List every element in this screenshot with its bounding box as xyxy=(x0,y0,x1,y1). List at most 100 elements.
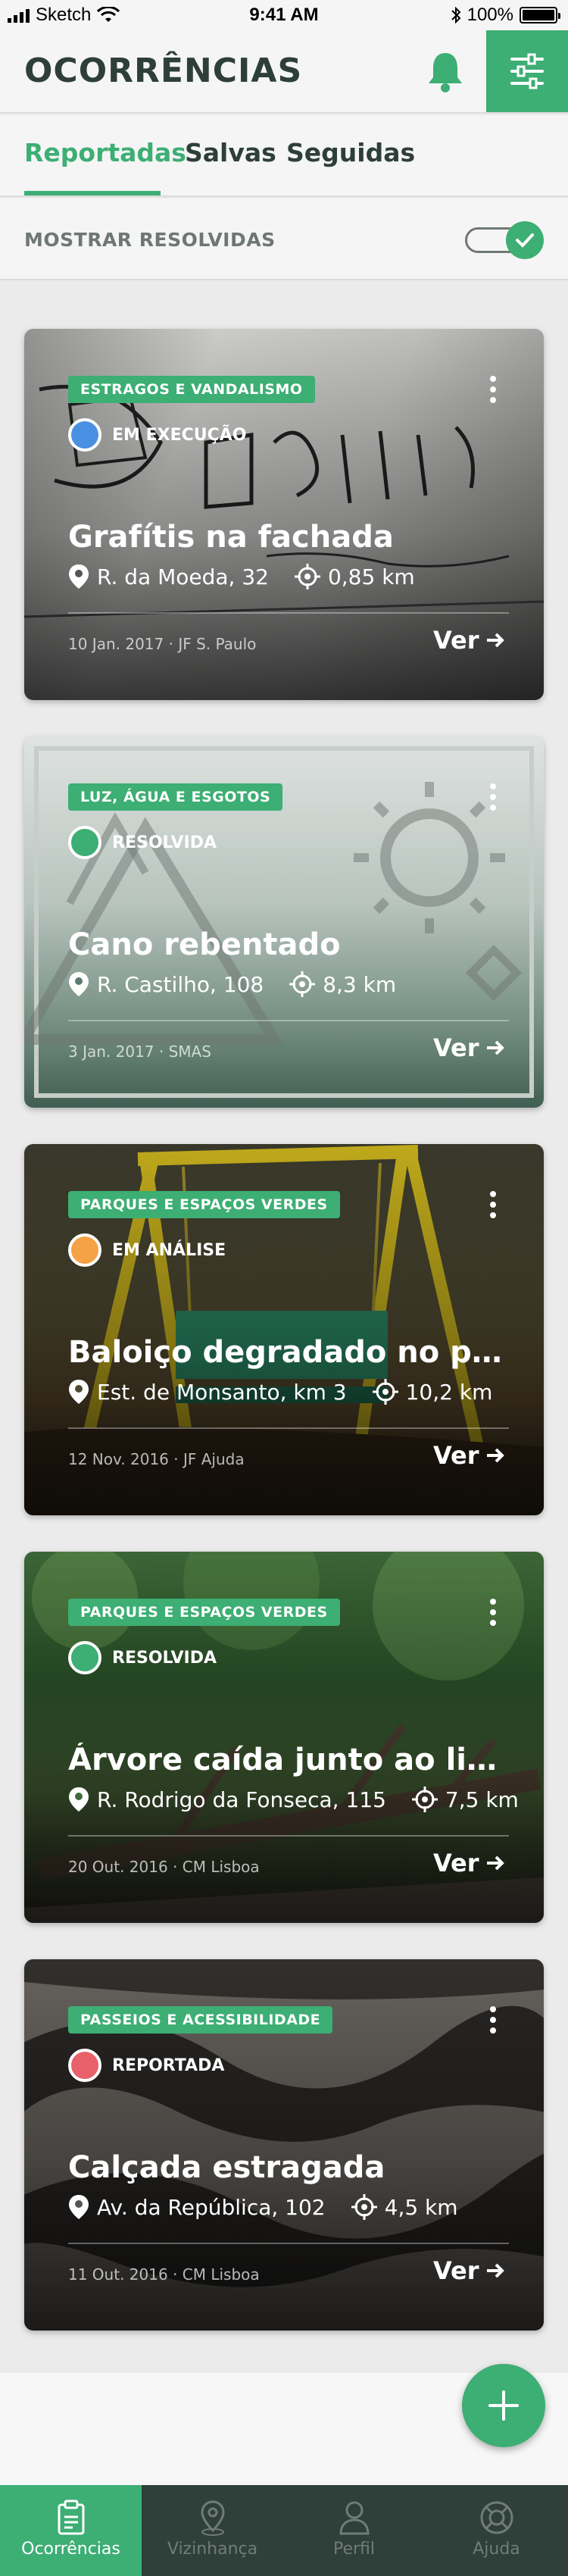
status-bar: Sketch 9:41 AM 100% xyxy=(0,0,568,30)
tab-label: Vizinhança xyxy=(167,2540,258,2559)
crosshair-icon xyxy=(372,1379,398,1405)
location-row: Av. da República, 102 4,5 km xyxy=(68,2194,458,2220)
map-pin-icon xyxy=(69,1380,89,1404)
bell-icon[interactable] xyxy=(424,48,467,94)
date-entity: 12 Nov. 2016 · JF Ajuda xyxy=(68,1450,245,1468)
date-entity: 11 Out. 2016 · CM Lisboa xyxy=(68,2265,260,2284)
occurrence-title: Baloiço degradado no par… xyxy=(68,1335,507,1370)
status-label: EM EXECUÇÃO xyxy=(112,426,247,445)
map-pin-icon xyxy=(69,2195,89,2219)
map-pin-icon xyxy=(69,564,89,589)
address: R. Castilho, 108 xyxy=(97,971,264,997)
user-icon xyxy=(339,2501,370,2535)
arrow-right-icon xyxy=(486,633,504,648)
crosshair-icon xyxy=(411,1787,438,1812)
location-row: R. da Moeda, 32 0,85 km xyxy=(68,564,415,589)
map-pin-icon xyxy=(69,972,89,996)
location-icon xyxy=(200,2500,225,2536)
location-row: R. Rodrigo da Fonseca, 115 7,5 km xyxy=(68,1787,519,1812)
crosshair-icon xyxy=(289,971,316,997)
date-entity: 10 Jan. 2017 · JF S. Paulo xyxy=(68,635,257,653)
tab-vizinhanca[interactable]: Vizinhança xyxy=(142,2485,283,2576)
plus-icon xyxy=(488,2390,519,2421)
crosshair-icon xyxy=(294,564,320,589)
lifebuoy-icon xyxy=(480,2501,513,2534)
arrow-right-icon xyxy=(486,1040,504,1055)
occurrence-title: Calçada estragada xyxy=(68,2150,385,2185)
category-badge: PARQUES E ESPAÇOS VERDES xyxy=(68,1599,340,1626)
tab-reportadas[interactable]: Reportadas xyxy=(24,138,186,167)
add-occurrence-button[interactable] xyxy=(462,2364,545,2447)
status-label: RESOLVIDA xyxy=(112,833,217,852)
tab-ajuda[interactable]: Ajuda xyxy=(425,2485,568,2576)
filter-button[interactable] xyxy=(486,30,568,112)
occurrence-title: Grafítis na fachada xyxy=(68,520,394,555)
active-tab-indicator xyxy=(24,191,161,195)
tab-perfil[interactable]: Perfil xyxy=(283,2485,425,2576)
status-dot xyxy=(68,1233,101,1267)
distance: 10,2 km xyxy=(405,1379,493,1405)
bottom-tab-bar: Ocorrências Vizinhança Perfil Ajuda xyxy=(0,2485,568,2576)
map-pin-icon xyxy=(69,1787,89,1812)
tab-bar-top: Reportadas Salvas Seguidas xyxy=(0,115,568,197)
arrow-right-icon xyxy=(486,1855,504,1871)
status-dot xyxy=(68,418,101,452)
status-label: EM ANÁLISE xyxy=(112,1241,226,1260)
distance: 4,5 km xyxy=(384,2194,458,2220)
view-button[interactable]: Ver xyxy=(433,1441,505,1470)
bluetooth-icon xyxy=(451,6,461,24)
show-resolved-toggle[interactable] xyxy=(463,221,545,259)
status-dot xyxy=(68,2049,101,2082)
occurrence-title: Árvore caída junto ao lice… xyxy=(68,1743,507,1777)
tab-ocorrencias[interactable]: Ocorrências xyxy=(0,2485,142,2576)
more-options-icon[interactable] xyxy=(482,780,504,818)
tab-label: Ajuda xyxy=(473,2540,520,2559)
occurrence-card[interactable]: PARQUES E ESPAÇOS VERDES RESOLVIDA Árvor… xyxy=(24,1552,544,1923)
address: Est. de Monsanto, km 3 xyxy=(97,1379,347,1405)
address: R. Rodrigo da Fonseca, 115 xyxy=(97,1787,386,1812)
more-options-icon[interactable] xyxy=(482,373,504,411)
distance: 0,85 km xyxy=(327,564,415,589)
more-options-icon[interactable] xyxy=(482,2003,504,2041)
distance: 7,5 km xyxy=(445,1787,519,1812)
view-button[interactable]: Ver xyxy=(433,1849,505,1877)
category-badge: PASSEIOS E ACESSIBILIDADE xyxy=(68,2006,333,2034)
date-entity: 20 Out. 2016 · CM Lisboa xyxy=(68,1858,260,1876)
status-label: RESOLVIDA xyxy=(112,1649,217,1668)
battery-percent: 100% xyxy=(467,5,513,25)
show-resolved-row: MOSTRAR RESOLVIDAS xyxy=(0,199,568,280)
distance: 8,3 km xyxy=(323,971,397,997)
check-icon xyxy=(516,233,534,248)
view-button[interactable]: Ver xyxy=(433,2256,505,2285)
location-row: R. Castilho, 108 8,3 km xyxy=(68,971,396,997)
occurrence-card[interactable]: PARQUES E ESPAÇOS VERDES EM ANÁLISE Balo… xyxy=(24,1144,544,1515)
tab-seguidas[interactable]: Seguidas xyxy=(286,138,415,167)
date-entity: 3 Jan. 2017 · SMAS xyxy=(68,1043,211,1061)
page-title: OCORRÊNCIAS xyxy=(24,52,303,90)
status-label: REPORTADA xyxy=(112,2056,225,2075)
app-header: OCORRÊNCIAS xyxy=(0,30,568,114)
crosshair-icon xyxy=(351,2194,377,2220)
tab-label: Ocorrências xyxy=(21,2540,120,2559)
occurrence-card[interactable]: ESTRAGOS E VANDALISMO EM EXECUÇÃO Grafít… xyxy=(24,329,544,700)
occurrence-list: ESTRAGOS E VANDALISMO EM EXECUÇÃO Grafít… xyxy=(0,280,568,2373)
arrow-right-icon xyxy=(486,2263,504,2278)
more-options-icon[interactable] xyxy=(482,1188,504,1226)
tab-salvas[interactable]: Salvas xyxy=(185,138,276,167)
show-resolved-label: MOSTRAR RESOLVIDAS xyxy=(24,229,276,251)
more-options-icon[interactable] xyxy=(482,1596,504,1633)
category-badge: PARQUES E ESPAÇOS VERDES xyxy=(68,1191,340,1218)
battery-icon xyxy=(520,7,560,23)
occurrence-title: Cano rebentado xyxy=(68,927,341,962)
location-row: Est. de Monsanto, km 3 10,2 km xyxy=(68,1379,492,1405)
occurrence-card[interactable]: LUZ, ÁGUA E ESGOTOS RESOLVIDA Cano reben… xyxy=(24,736,544,1108)
occurrence-card[interactable]: PASSEIOS E ACESSIBILIDADE REPORTADA Calç… xyxy=(24,1959,544,2331)
sliders-icon xyxy=(510,53,544,89)
tab-label: Perfil xyxy=(332,2540,376,2559)
view-button[interactable]: Ver xyxy=(433,626,505,655)
view-button[interactable]: Ver xyxy=(433,1033,505,1062)
report-icon xyxy=(58,2499,84,2535)
arrow-right-icon xyxy=(486,1448,504,1463)
category-badge: ESTRAGOS E VANDALISMO xyxy=(68,376,315,403)
category-badge: LUZ, ÁGUA E ESGOTOS xyxy=(68,783,283,811)
